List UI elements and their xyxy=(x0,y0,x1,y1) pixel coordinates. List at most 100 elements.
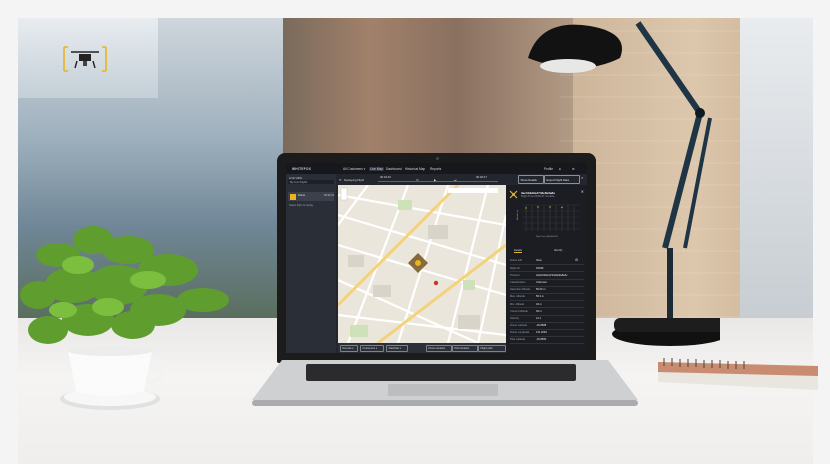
detail-key: Classification xyxy=(510,280,526,284)
export-flight-data-button[interactable]: Export Flight Data xyxy=(544,175,580,184)
pilot-location-toggle[interactable]: Pilot location xyxy=(452,345,478,352)
watchlist-filter[interactable]: Watchlist ▾ xyxy=(386,345,408,352)
map-canvas xyxy=(338,185,506,343)
export-flight-data-label: Export Flight Data xyxy=(546,178,569,182)
detail-value[interactable]: View xyxy=(536,259,542,262)
replay-bar: ⟳ Replaying Flight 00:32:40 00:36:47 ⏮ ▶… xyxy=(336,174,516,184)
detail-value: 12.1 xyxy=(536,316,542,320)
flight-filter-select[interactable]: My Live Flights xyxy=(288,180,334,184)
panel-subtitle: Flight Time 00:00:47 remains xyxy=(521,195,555,198)
replay-end-time: 00:36:47 xyxy=(476,175,487,179)
flight-name: Drone xyxy=(298,193,306,197)
detail-value: 34 m xyxy=(536,302,542,306)
detail-row: Min. Altitude 34 m xyxy=(510,301,584,309)
remote-filter-label: Remote ▾ xyxy=(342,347,354,350)
detail-row: Protocol 3ac1b9d2ed743e8e9a8a4c xyxy=(510,272,584,280)
detail-row: Velocity 12.1 xyxy=(510,316,584,323)
top-navbar: WHITEFOX All Customers ▾ Live Map Dashbo… xyxy=(286,163,587,174)
profile-link[interactable]: Profile xyxy=(544,167,553,171)
flight-path-toggle[interactable]: Flight path xyxy=(478,345,506,352)
replay-label: Replaying Flight xyxy=(344,177,365,182)
panel-tabs: Details Identify xyxy=(506,247,587,254)
watchlist-filter-label: Watchlist ▾ xyxy=(388,347,401,350)
map-controls: Remote ▾ Customers ▾ Watchlist ▾ Drone l… xyxy=(338,343,506,353)
show-details-button[interactable]: Show Details xyxy=(518,175,544,184)
keyboard xyxy=(306,364,576,381)
replay-start-time: 00:32:40 xyxy=(380,175,391,179)
drone-logo-icon xyxy=(63,46,107,72)
show-details-label: Show Details xyxy=(520,178,537,182)
close-icon[interactable]: ✕ xyxy=(581,176,583,180)
tab-identify[interactable]: Identify xyxy=(554,249,562,252)
detail-row: Flight ID F0049 xyxy=(510,265,584,273)
chart-y-label: Altitude (m) xyxy=(516,209,519,220)
flight-sidebar: LIVE VIEW My Live Flights Drone 00:34:12… xyxy=(286,174,336,353)
detail-key: Drone Info xyxy=(510,259,523,263)
play-icon[interactable]: ▶ xyxy=(434,178,436,182)
detail-value: 56.00 m xyxy=(536,288,546,292)
nav-live-map[interactable]: Live Map xyxy=(369,166,384,171)
nav-historical-map[interactable]: Historical Map xyxy=(404,167,426,171)
gear-icon[interactable]: ⚙ xyxy=(575,258,578,262)
detail-row: Detection Altitude 56.00 m xyxy=(510,287,584,294)
detail-value: F0049 xyxy=(536,266,544,270)
flight-filter-value: My Live Flights xyxy=(290,180,308,184)
bell-icon[interactable]: ● xyxy=(559,167,561,171)
photo-scene: WHITEFOX All Customers ▾ Live Map Dashbo… xyxy=(0,0,830,464)
detail-key: Pilot Latitude xyxy=(510,338,525,342)
flight-list-item[interactable]: Drone 00:34:12 xyxy=(288,192,334,201)
detail-key: Velocity xyxy=(510,316,519,320)
drone-location-label: Drone location xyxy=(428,347,446,350)
altitude-chart: Altitude (m) Flight Time (HH:MM:SS) xyxy=(516,204,580,238)
detail-key: Flight ID xyxy=(510,266,520,270)
detail-key: Drone Longitude xyxy=(510,331,530,335)
detail-row: Drone Longitude 151.2093 xyxy=(510,330,584,338)
nav-all-customers[interactable]: All Customers ▾ xyxy=(342,167,366,171)
live-map[interactable] xyxy=(338,185,506,343)
detail-row: Pilot Latitude -33.8650 xyxy=(510,337,584,345)
detail-value: Unknown xyxy=(536,280,547,284)
detail-value: 151.2093 xyxy=(536,331,547,335)
tab-details[interactable]: Details xyxy=(514,249,522,253)
detail-value: 45 m xyxy=(536,309,542,313)
action-buttons: Show Details Export Flight Data ✕ xyxy=(516,175,587,184)
pilot-marker-icon[interactable] xyxy=(433,280,439,286)
window-frame xyxy=(740,18,813,318)
webcam xyxy=(436,157,439,160)
remote-filter[interactable]: Remote ▾ xyxy=(340,345,358,352)
nav-reports[interactable]: Reports xyxy=(429,167,442,171)
spiral-notebook xyxy=(658,358,818,390)
detail-list: Drone Info View ⚙ Flight ID F0049 Protocol 3… xyxy=(510,258,584,345)
detail-key: Detection Altitude xyxy=(510,288,531,292)
skip-forward-icon[interactable]: ⏭ xyxy=(454,178,457,182)
detail-key: Protocol xyxy=(510,273,520,277)
drone-icon xyxy=(509,190,518,199)
detail-value: -33.8688 xyxy=(536,324,547,328)
skip-back-icon[interactable]: ⏮ xyxy=(416,178,419,182)
detail-row: Drone Info View ⚙ xyxy=(510,258,584,266)
detail-key: Current Altitude xyxy=(510,309,528,313)
drone-location-toggle[interactable]: Drone location xyxy=(426,345,452,352)
customers-filter-label: Customers ▾ xyxy=(362,347,378,350)
replay-icon[interactable]: ⟳ xyxy=(339,178,341,182)
close-icon[interactable]: ✕ xyxy=(581,189,584,194)
flight-time: 00:34:12 xyxy=(324,193,335,197)
gear-icon[interactable]: ⚙ xyxy=(572,167,575,171)
coffee-cup xyxy=(60,346,166,410)
nav-dashboard[interactable]: Dashboard xyxy=(385,167,403,171)
detail-key: Min. Altitude xyxy=(510,302,525,306)
detail-value: -33.8650 xyxy=(536,338,547,342)
detail-row: Current Altitude 45 m xyxy=(510,308,584,316)
detail-value: 56.2 m xyxy=(536,295,544,299)
customers-filter[interactable]: Customers ▾ xyxy=(360,345,384,352)
detail-key: Drone Latitude xyxy=(510,324,528,328)
detail-key: Max. Altitude xyxy=(510,295,525,299)
flight-detail-panel: 3ac1b9d2ed743e8e9a8a Flight Time 00:00:4… xyxy=(506,185,587,353)
brand-logo[interactable]: WHITEFOX xyxy=(292,167,311,171)
detail-row: Max. Altitude 56.2 m xyxy=(510,294,584,302)
replay-timeline[interactable] xyxy=(378,180,498,182)
app-screen: WHITEFOX All Customers ▾ Live Map Dashbo… xyxy=(286,163,587,353)
flight-path-label: Flight path xyxy=(480,347,493,350)
pilot-location-label: Pilot location xyxy=(454,347,470,350)
drone-icon xyxy=(290,193,296,200)
